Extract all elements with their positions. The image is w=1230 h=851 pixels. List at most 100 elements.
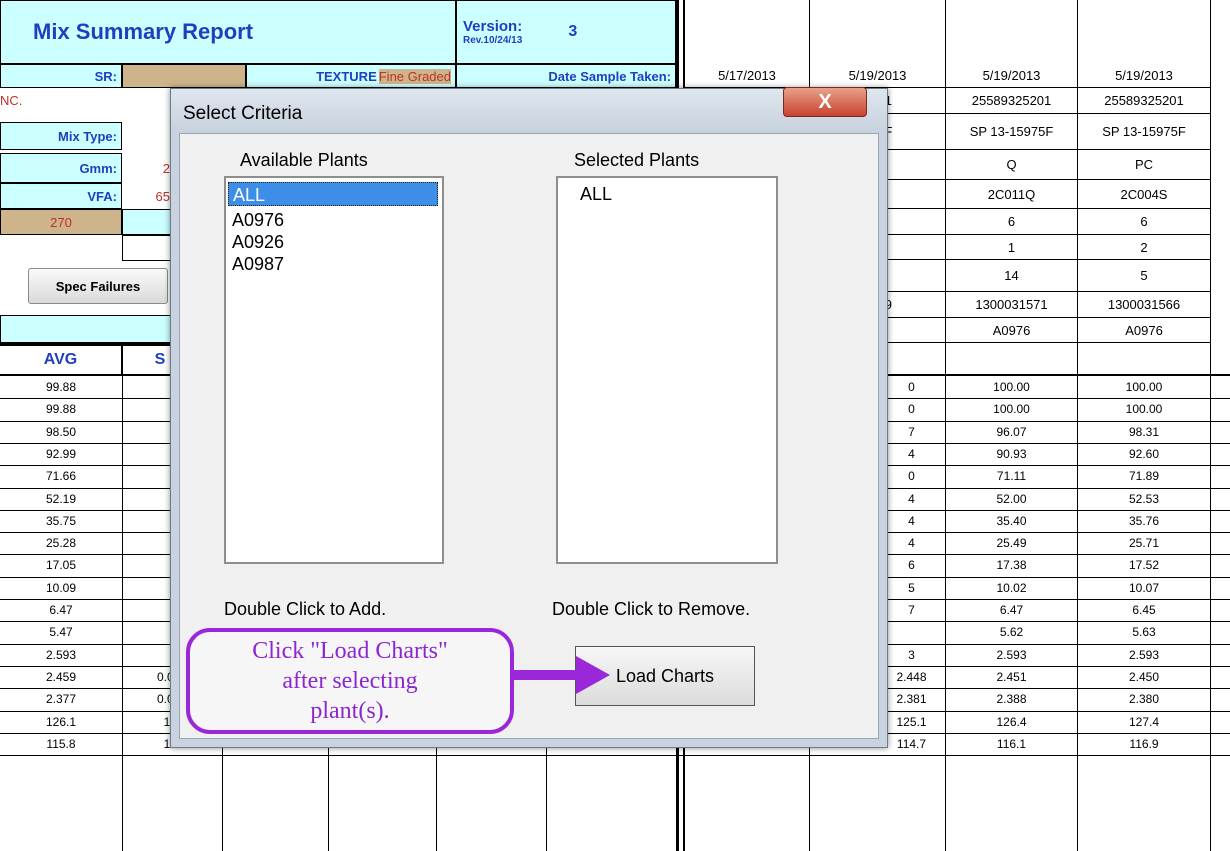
available-item[interactable]: A0976 bbox=[228, 208, 284, 232]
table-cell: 5.47 bbox=[49, 625, 73, 639]
table-cell: 92.99 bbox=[45, 447, 77, 461]
header-cell: 5/17/2013 bbox=[685, 64, 809, 88]
table-cell: 52.00 bbox=[996, 492, 1027, 506]
header-cell: 5/19/2013 bbox=[810, 64, 945, 88]
table-cell: 17.52 bbox=[1128, 558, 1160, 572]
version-label: Version: bbox=[463, 18, 523, 35]
cyan-blank-2 bbox=[0, 315, 172, 343]
header-cell: 14 bbox=[946, 260, 1077, 292]
selected-plants-list[interactable]: ALL bbox=[556, 176, 778, 564]
table-cell: 2.450 bbox=[1128, 670, 1160, 684]
version-rev: Rev.10/24/13 bbox=[463, 35, 523, 46]
table-cell: 100.00 bbox=[1125, 380, 1163, 394]
header-cell: 25589325201 bbox=[946, 88, 1077, 114]
table-cell: 0 bbox=[908, 402, 915, 416]
table-cell: 52.19 bbox=[45, 492, 77, 506]
table-cell: 5 bbox=[908, 581, 915, 595]
table-cell: 116.1 bbox=[996, 737, 1027, 751]
callout-line-2: after selecting bbox=[282, 668, 418, 694]
table-cell: 52.53 bbox=[1128, 492, 1160, 506]
table-cell: 7 bbox=[908, 603, 915, 617]
version-number: 3 bbox=[568, 23, 578, 40]
dialog-title: Select Criteria bbox=[183, 103, 303, 124]
table-cell: 2.459 bbox=[45, 670, 77, 684]
table-cell: 10.02 bbox=[996, 581, 1027, 595]
available-plants-list[interactable]: ALL A0976 A0926 A0987 bbox=[224, 176, 444, 564]
available-plants-label: Available Plants bbox=[240, 150, 368, 170]
table-cell: 96.07 bbox=[996, 425, 1027, 439]
header-cell: 2 bbox=[1078, 235, 1210, 260]
table-cell: 126.4 bbox=[996, 715, 1027, 729]
table-cell: 35.40 bbox=[996, 514, 1027, 528]
header-cell: 6 bbox=[1078, 209, 1210, 235]
table-cell: 4 bbox=[908, 536, 915, 550]
table-cell: 2.388 bbox=[996, 692, 1027, 706]
table-cell: 7 bbox=[908, 425, 915, 439]
mix-type-label: Mix Type: bbox=[0, 122, 122, 150]
gmm-value: 2 bbox=[162, 160, 170, 176]
cyan-blank-1 bbox=[122, 209, 172, 235]
close-icon: X bbox=[818, 90, 832, 113]
instruction-callout: Click "Load Charts" after selecting plan… bbox=[186, 628, 514, 734]
header-cell: 5/19/2013 bbox=[1078, 64, 1210, 88]
table-cell: 2.381 bbox=[896, 692, 927, 706]
vfa-label: VFA: bbox=[0, 183, 122, 209]
table-cell: 25.28 bbox=[45, 536, 77, 550]
header-cell: A0976 bbox=[1078, 318, 1210, 343]
table-cell: 4 bbox=[908, 514, 915, 528]
version-box: Version: Rev.10/24/13 3 bbox=[456, 0, 676, 64]
table-cell: 0 bbox=[908, 469, 915, 483]
company-partial: NC. bbox=[0, 92, 23, 108]
header-cell: 1300031566 bbox=[1078, 292, 1210, 318]
table-cell: 100.00 bbox=[993, 380, 1030, 394]
header-cell: 1 bbox=[946, 235, 1077, 260]
table-cell: 100.00 bbox=[1125, 402, 1163, 416]
table-cell: 125.1 bbox=[896, 715, 927, 729]
table-cell: 25.49 bbox=[996, 536, 1027, 550]
close-button[interactable]: X bbox=[783, 87, 867, 117]
vfa-value: 65 bbox=[155, 188, 170, 204]
table-cell: 2.380 bbox=[1128, 692, 1160, 706]
available-item[interactable]: A0987 bbox=[228, 252, 284, 276]
date-label: Date Sample Taken: bbox=[456, 64, 676, 88]
table-cell: 6.47 bbox=[49, 603, 73, 617]
blank-cell bbox=[122, 235, 172, 261]
dialog-titlebar[interactable]: Select Criteria X bbox=[171, 87, 887, 133]
header-cell: SP 13-15975F bbox=[1078, 114, 1210, 150]
table-cell: 2.451 bbox=[996, 670, 1027, 684]
table-cell: 71.11 bbox=[996, 469, 1027, 483]
report-title: Mix Summary Report bbox=[0, 0, 456, 64]
header-cell: 25589325201 bbox=[1078, 88, 1210, 114]
table-cell: 5.62 bbox=[999, 625, 1024, 639]
available-item[interactable]: ALL bbox=[228, 182, 438, 206]
spec-failures-button[interactable]: Spec Failures bbox=[28, 268, 168, 304]
table-cell: 2.377 bbox=[45, 692, 77, 706]
table-cell: 126.1 bbox=[45, 715, 77, 729]
table-cell: 116.9 bbox=[1129, 737, 1159, 751]
header-cell: 2C011Q bbox=[946, 180, 1077, 209]
table-cell: 17.38 bbox=[996, 558, 1027, 572]
selected-item[interactable]: ALL bbox=[576, 182, 612, 206]
table-cell: 98.31 bbox=[1128, 425, 1160, 439]
arrow-icon bbox=[514, 656, 610, 694]
available-item[interactable]: A0926 bbox=[228, 230, 284, 254]
table-cell: 35.75 bbox=[45, 514, 77, 528]
sr-value[interactable] bbox=[122, 64, 246, 88]
table-cell: 114.7 bbox=[896, 737, 927, 751]
column-divider bbox=[436, 748, 437, 851]
table-cell: 2.593 bbox=[1128, 648, 1160, 662]
table-cell: 6.45 bbox=[1132, 603, 1156, 617]
table-cell: 100.00 bbox=[993, 402, 1030, 416]
table-cell: 5.63 bbox=[1132, 625, 1156, 639]
table-cell: 90.93 bbox=[996, 447, 1027, 461]
table-cell: 99.88 bbox=[45, 402, 77, 416]
table-cell: 2.593 bbox=[45, 648, 77, 662]
avg-header: AVG bbox=[0, 346, 122, 374]
remove-hint: Double Click to Remove. bbox=[552, 599, 751, 619]
texture-label: TEXTURE bbox=[316, 68, 377, 84]
table-cell: 71.66 bbox=[45, 469, 77, 483]
header-cell: SP 13-15975F bbox=[946, 114, 1077, 150]
table-cell: 98.50 bbox=[45, 425, 77, 439]
table-cell: 2.593 bbox=[996, 648, 1027, 662]
table-cell: 10.09 bbox=[45, 581, 77, 595]
